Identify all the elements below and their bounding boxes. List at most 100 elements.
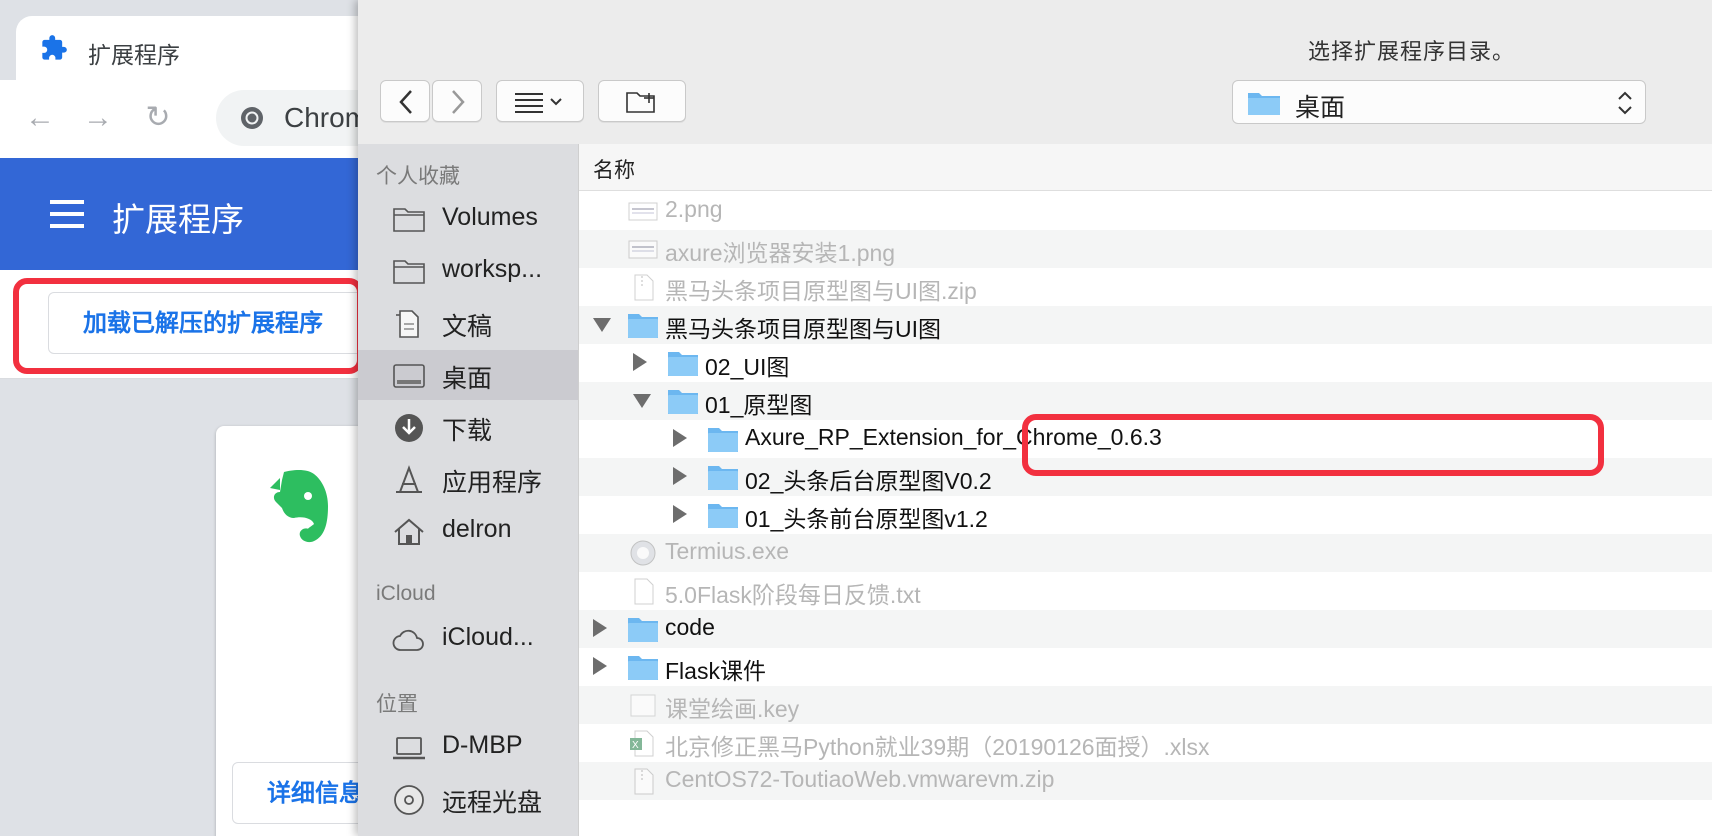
file-name: 02_UI图: [705, 354, 790, 380]
sidebar-item-label: D-MBP: [442, 731, 523, 759]
up-down-chevron-icon: [1618, 91, 1632, 115]
file-name: 北京修正黑马Python就业39期（20190126面授）.xlsx: [665, 734, 1210, 760]
file-row: 2.png: [579, 192, 1712, 230]
sidebar-item[interactable]: 应用程序: [358, 454, 578, 504]
file-name: 5.0Flask阶段每日反馈.txt: [665, 582, 921, 608]
annotation-highlight-box: [13, 278, 360, 374]
file-name: 2.png: [665, 196, 723, 222]
file-name: 课堂绘画.key: [665, 696, 800, 722]
browser-toolbar: ← → ↻ Chrome: [0, 80, 360, 158]
sidebar-item[interactable]: iCloud...: [358, 614, 578, 664]
file-row[interactable]: 黑马头条项目原型图与UI图: [579, 306, 1712, 344]
chrome-window: 扩展程序 ← → ↻ Chrome 扩展程序 加载已解压的扩展程序 详细信息: [0, 0, 360, 836]
text-file-icon: [634, 578, 654, 605]
sidebar-item-label: 桌面: [442, 365, 493, 393]
folder-file-icon: [668, 390, 698, 414]
column-header[interactable]: 名称: [579, 144, 1712, 191]
chrome-logo-icon: [241, 107, 263, 129]
puzzle-icon: [42, 35, 67, 60]
disclosure-triangle-open-icon[interactable]: [593, 318, 611, 332]
chevron-left-icon: [399, 90, 412, 114]
file-row[interactable]: code: [579, 610, 1712, 648]
hamburger-menu-icon[interactable]: [50, 200, 84, 228]
chevron-right-icon: [452, 90, 465, 114]
disclosure-triangle-open-icon[interactable]: [633, 394, 651, 408]
sidebar-item-label: 远程光盘: [442, 789, 543, 817]
file-row[interactable]: Flask课件: [579, 648, 1712, 686]
file-row[interactable]: 02_UI图: [579, 344, 1712, 382]
dialog-title: 选择扩展程序目录。: [1308, 39, 1516, 64]
file-row: X 北京修正黑马Python就业39期（20190126面授）.xlsx: [579, 724, 1712, 762]
sidebar-item[interactable]: 远程光盘: [358, 774, 578, 824]
reload-icon[interactable]: ↻: [134, 94, 182, 142]
key-file-icon: [630, 694, 656, 717]
zip-file-icon: [634, 274, 654, 301]
sidebar-section-header: 个人收藏: [376, 165, 460, 188]
sidebar-item[interactable]: D-MBP: [358, 722, 578, 772]
new-folder-button[interactable]: [598, 80, 686, 122]
disclosure-triangle-closed-icon[interactable]: [633, 353, 647, 371]
page-title: 扩展程序: [112, 201, 244, 238]
disclosure-triangle-closed-icon[interactable]: [593, 619, 607, 637]
sidebar-item[interactable]: 文稿: [358, 298, 578, 348]
folder-file-icon: [668, 352, 698, 376]
folder-file-icon: [628, 314, 658, 338]
file-row: axure浏览器安装1.png: [579, 230, 1712, 268]
documents-icon: [396, 310, 419, 338]
sidebar-section-header: 位置: [376, 693, 418, 716]
disclosure-triangle-closed-icon[interactable]: [673, 467, 687, 485]
details-button[interactable]: 详细信息: [232, 762, 360, 824]
sidebar-item[interactable]: worksp...: [358, 246, 578, 296]
applications-icon: [396, 465, 422, 493]
sidebar-item[interactable]: 桌面: [358, 350, 578, 400]
laptop-icon: [393, 737, 425, 760]
file-name: Termius.exe: [665, 538, 789, 564]
file-name: 黑马头条项目原型图与UI图.zip: [665, 278, 977, 304]
sidebar-item-label: 下载: [442, 417, 493, 445]
folder-file-icon: [628, 618, 658, 642]
forward-button[interactable]: [432, 80, 482, 122]
file-row: 5.0Flask阶段每日反馈.txt: [579, 572, 1712, 610]
file-row: CentOS72-ToutiaoWeb.vmwarevm.zip: [579, 762, 1712, 800]
desktop-icon: [393, 364, 425, 388]
folder-file-icon: [708, 504, 738, 528]
sidebar-item[interactable]: 下载: [358, 402, 578, 452]
folder-icon: [393, 208, 425, 232]
file-name: 黑马头条项目原型图与UI图: [665, 316, 941, 342]
exe-file-icon: [630, 540, 656, 566]
tab-title: 扩展程序: [88, 42, 180, 68]
excel-file-icon: X: [630, 730, 654, 757]
file-name: 02_头条后台原型图V0.2: [745, 468, 992, 494]
sidebar-item-label: delron: [442, 515, 512, 543]
disc-icon: [394, 785, 424, 815]
home-icon: [394, 518, 424, 545]
download-icon: [395, 414, 423, 442]
disclosure-triangle-closed-icon[interactable]: [593, 657, 607, 675]
back-arrow-icon[interactable]: ←: [16, 94, 64, 142]
folder-file-icon: [708, 428, 738, 452]
sidebar-item[interactable]: delron: [358, 506, 578, 556]
extension-card: 详细信息: [216, 426, 360, 836]
disclosure-triangle-closed-icon[interactable]: [673, 429, 687, 447]
sidebar-item[interactable]: Volumes: [358, 194, 578, 244]
sidebar-item-label: 应用程序: [442, 469, 543, 497]
image-file-icon: [628, 240, 658, 259]
sidebar-item-label: worksp...: [442, 255, 543, 283]
file-row[interactable]: 01_头条前台原型图v1.2: [579, 496, 1712, 534]
back-button[interactable]: [380, 80, 430, 122]
file-name: code: [665, 614, 715, 640]
sidebar-item-label: 文稿: [442, 313, 493, 341]
disclosure-triangle-closed-icon[interactable]: [673, 505, 687, 523]
address-bar[interactable]: Chrome: [216, 90, 360, 146]
cloud-icon: [392, 629, 424, 651]
address-text: Chrome: [284, 102, 360, 133]
view-options-button[interactable]: [496, 80, 584, 122]
extensions-header: 扩展程序: [0, 158, 360, 270]
file-name: CentOS72-ToutiaoWeb.vmwarevm.zip: [665, 766, 1055, 792]
location-popup[interactable]: 桌面: [1232, 80, 1646, 124]
image-file-icon: [628, 202, 658, 221]
browser-tab[interactable]: 扩展程序: [16, 16, 360, 80]
forward-arrow-icon[interactable]: →: [74, 94, 122, 142]
file-name: axure浏览器安装1.png: [665, 240, 896, 266]
name-column-label: 名称: [593, 159, 635, 182]
